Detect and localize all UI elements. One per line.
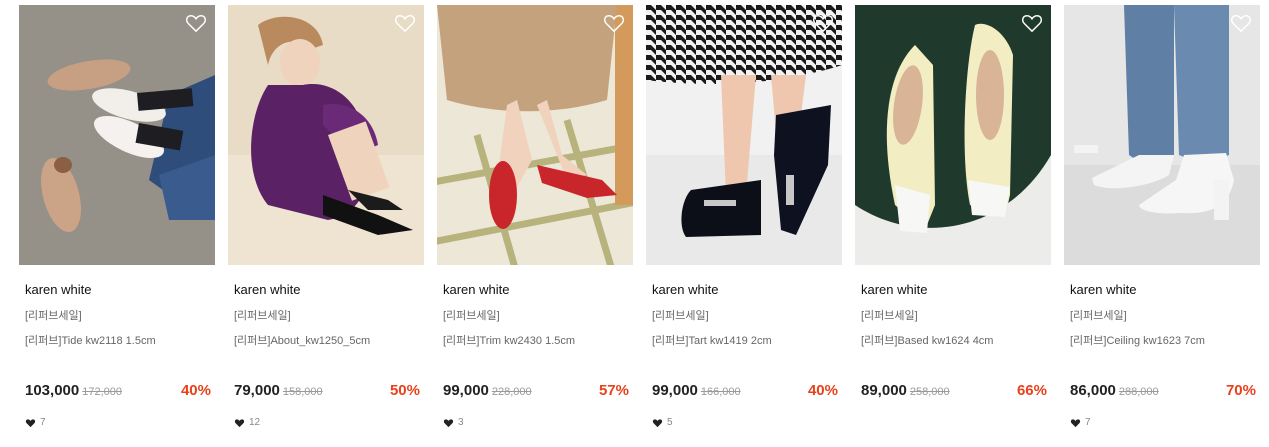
like-count: 7: [1070, 417, 1091, 428]
original-price: 158,000: [282, 386, 323, 398]
heart-outline-icon[interactable]: [603, 13, 625, 33]
brand-name: karen white: [1070, 282, 1137, 297]
original-price: 258,000: [909, 386, 950, 398]
heart-outline-icon[interactable]: [1230, 13, 1252, 33]
like-count-value: 5: [667, 417, 673, 428]
product-image[interactable]: [228, 5, 424, 265]
product-name[interactable]: [리퍼브]Tide kw2118 1.5cm: [25, 332, 156, 348]
like-count-value: 7: [1085, 417, 1091, 428]
original-price: 228,000: [491, 386, 532, 398]
sale-tag: [리퍼브세일]: [25, 310, 82, 322]
product-photo: [19, 5, 215, 265]
product-grid: karen white [리퍼브세일] [리퍼브]Tide kw2118 1.5…: [0, 0, 1269, 447]
brand-name: karen white: [443, 282, 510, 297]
product-image[interactable]: [437, 5, 633, 265]
like-count: 12: [234, 417, 260, 428]
price-row: 79,000 158,000 50%: [234, 382, 420, 402]
heart-outline-icon[interactable]: [394, 13, 416, 33]
product-name[interactable]: [리퍼브]About_kw1250_5cm: [234, 332, 370, 348]
product-photo: [1064, 5, 1260, 265]
heart-filled-icon: [652, 418, 663, 427]
product-card[interactable]: karen white [리퍼브세일] [리퍼브]Based kw1624 4c…: [855, 5, 1051, 440]
like-count: 7: [25, 417, 46, 428]
heart-filled-icon: [25, 418, 36, 427]
product-card[interactable]: karen white [리퍼브세일] [리퍼브]Ceiling kw1623 …: [1064, 5, 1260, 440]
product-card[interactable]: karen white [리퍼브세일] [리퍼브]Tide kw2118 1.5…: [19, 5, 215, 440]
sale-tag: [리퍼브세일]: [861, 310, 918, 322]
heart-outline-icon[interactable]: [1021, 13, 1043, 33]
sale-price: 89,000: [861, 382, 907, 399]
product-name[interactable]: [리퍼브]Tart kw1419 2cm: [652, 332, 772, 348]
product-card[interactable]: karen white [리퍼브세일] [리퍼브]Tart kw1419 2cm…: [646, 5, 842, 440]
brand-name: karen white: [25, 282, 92, 297]
discount-rate: 70%: [1225, 382, 1256, 399]
product-name[interactable]: [리퍼브]Trim kw2430 1.5cm: [443, 332, 575, 348]
heart-filled-icon: [443, 418, 454, 427]
heart-outline-icon[interactable]: [185, 13, 207, 33]
product-image[interactable]: [855, 5, 1051, 265]
price-row: 99,000 166,000 40%: [652, 382, 838, 402]
original-price: 288,000: [1118, 386, 1159, 398]
like-count-value: 12: [249, 417, 261, 428]
sale-price: 103,000: [25, 382, 80, 399]
product-card[interactable]: karen white [리퍼브세일] [리퍼브]About_kw1250_5c…: [228, 5, 424, 440]
price-row: 99,000 228,000 57%: [443, 382, 629, 402]
sale-price: 99,000: [652, 382, 698, 399]
sale-tag: [리퍼브세일]: [1070, 310, 1127, 322]
heart-filled-icon: [1070, 418, 1081, 427]
discount-rate: 40%: [180, 382, 211, 399]
product-image[interactable]: [1064, 5, 1260, 265]
like-count-value: 3: [458, 417, 464, 428]
discount-rate: 50%: [389, 382, 420, 399]
brand-name: karen white: [652, 282, 719, 297]
discount-rate: 66%: [1016, 382, 1047, 399]
sale-tag: [리퍼브세일]: [652, 310, 709, 322]
like-count: 5: [652, 417, 673, 428]
original-price: 166,000: [700, 386, 741, 398]
product-photo: [855, 5, 1051, 265]
sale-tag: [리퍼브세일]: [234, 310, 291, 322]
sale-price: 99,000: [443, 382, 489, 399]
brand-name: karen white: [861, 282, 928, 297]
product-photo: [646, 5, 842, 265]
like-count: 3: [443, 417, 464, 428]
product-name[interactable]: [리퍼브]Based kw1624 4cm: [861, 332, 993, 348]
product-image[interactable]: [19, 5, 215, 265]
product-photo: [437, 5, 633, 265]
product-photo: [228, 5, 424, 265]
product-image[interactable]: [646, 5, 842, 265]
original-price: 172,000: [82, 386, 122, 398]
sale-tag: [리퍼브세일]: [443, 310, 500, 322]
price-row: 89,000 258,000 66%: [861, 382, 1047, 402]
sale-price: 79,000: [234, 382, 280, 399]
product-card[interactable]: karen white [리퍼브세일] [리퍼브]Trim kw2430 1.5…: [437, 5, 633, 440]
sale-price: 86,000: [1070, 382, 1116, 399]
price-row: 86,000 288,000 70%: [1070, 382, 1256, 402]
heart-outline-icon[interactable]: [812, 13, 834, 33]
brand-name: karen white: [234, 282, 301, 297]
price-row: 103,000 172,000 40%: [25, 382, 211, 402]
discount-rate: 57%: [598, 382, 629, 399]
heart-filled-icon: [234, 418, 245, 427]
product-name[interactable]: [리퍼브]Ceiling kw1623 7cm: [1070, 332, 1205, 348]
like-count-value: 7: [40, 417, 46, 428]
discount-rate: 40%: [807, 382, 838, 399]
